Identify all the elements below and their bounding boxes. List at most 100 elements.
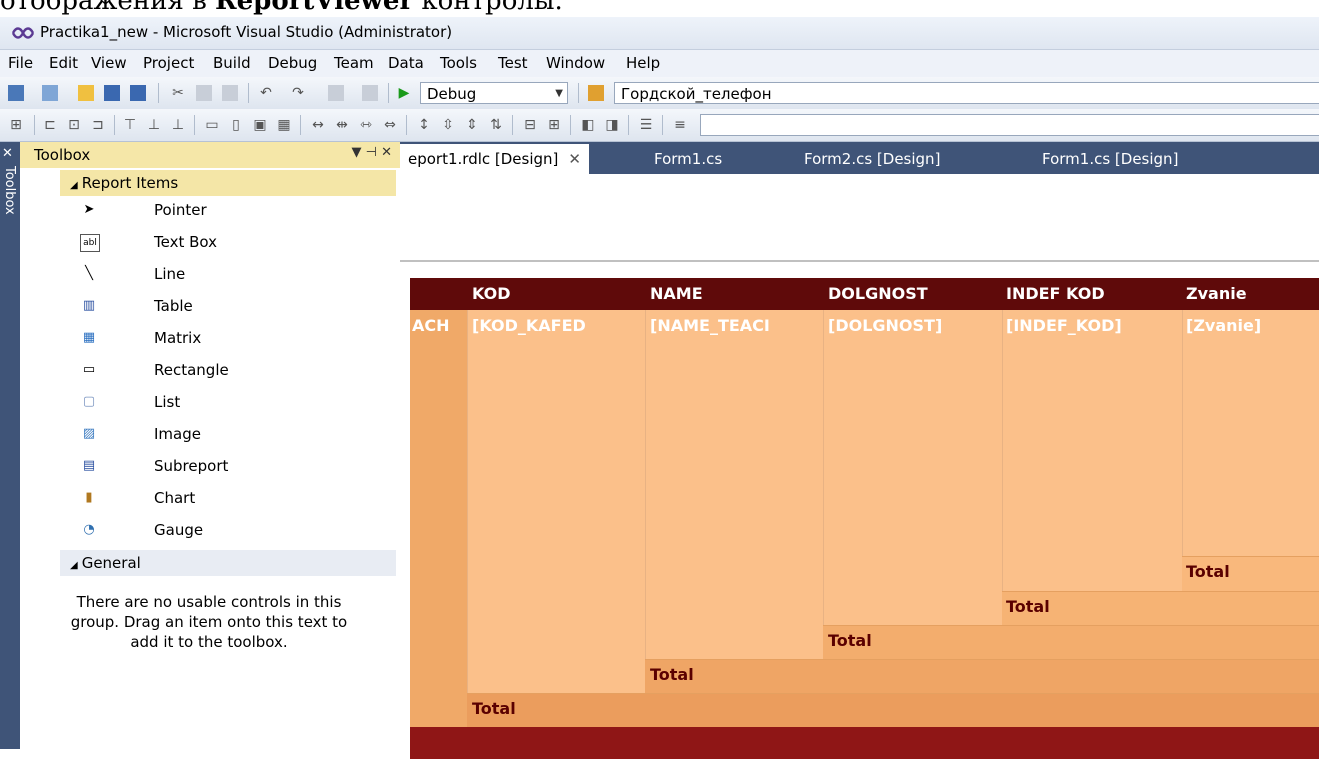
header-indef-kod[interactable]: INDEF KOD [1006, 284, 1105, 303]
total-name[interactable]: Total [650, 665, 694, 684]
align-tops-icon[interactable]: ⊤ [122, 117, 138, 133]
toolbar-separator [628, 115, 629, 135]
remove-vertical-spacing-icon[interactable]: ⇅ [488, 117, 504, 133]
field-kod-kafed[interactable]: [KOD_KAFED [472, 316, 644, 335]
solution-configuration-combo[interactable]: Debug ▼ [420, 82, 568, 104]
toolbox-item-rectangle[interactable]: ▭ Rectangle [80, 356, 400, 386]
menu-data[interactable]: Data [388, 54, 424, 72]
center-horizontally-icon[interactable]: ⊟ [522, 117, 538, 133]
align-lefts-icon[interactable]: ⊏ [42, 117, 58, 133]
align-to-grid-icon[interactable]: ⊞ [8, 117, 24, 133]
center-vertically-icon[interactable]: ⊞ [546, 117, 562, 133]
bring-to-front-icon[interactable]: ◧ [580, 117, 596, 133]
decrease-vertical-spacing-icon[interactable]: ⇕ [464, 117, 480, 133]
remove-horizontal-spacing-icon[interactable]: ⇔ [382, 117, 398, 133]
total-dolgnost[interactable]: Total [828, 631, 872, 650]
layout-combo[interactable] [700, 114, 1319, 136]
start-debugging-icon[interactable]: ▶ [396, 85, 412, 101]
tab-order-icon[interactable]: ☰ [638, 117, 654, 133]
increase-horizontal-spacing-icon[interactable]: ⇹ [334, 117, 350, 133]
align-rights-icon[interactable]: ⊐ [90, 117, 106, 133]
field-zvanie[interactable]: [Zvanie] [1186, 316, 1261, 335]
toolbox-autohide-tab[interactable]: ✕ Toolbox [0, 142, 20, 749]
decrease-horizontal-spacing-icon[interactable]: ⇿ [358, 117, 374, 133]
paste-icon[interactable] [222, 85, 238, 101]
redo-icon[interactable]: ↷ [290, 85, 306, 101]
align-centers-icon[interactable]: ⊡ [66, 117, 82, 133]
menu-build[interactable]: Build [213, 54, 251, 72]
toolbar-overflow-icon[interactable]: ≡ [672, 117, 688, 133]
save-icon[interactable] [104, 85, 120, 101]
toolbox-item-table[interactable]: ▥ Table [80, 292, 400, 322]
field-indef-kod[interactable]: [INDEF_KOD] [1006, 316, 1180, 335]
menu-help[interactable]: Help [626, 54, 660, 72]
total-kod[interactable]: Total [472, 699, 516, 718]
copy-icon[interactable] [196, 85, 212, 101]
tab-form1-design[interactable]: Form1.cs [Design] [1034, 144, 1186, 174]
find-combo[interactable]: Гордской_телефон [614, 82, 1319, 104]
toolbox-item-subreport[interactable]: ▤ Subreport [80, 452, 400, 482]
increase-vertical-spacing-icon[interactable]: ⇳ [440, 117, 456, 133]
group-general[interactable]: ◢ General [60, 550, 396, 576]
menu-view[interactable]: View [91, 54, 127, 72]
header-zvanie[interactable]: Zvanie [1186, 284, 1247, 303]
navigate-forward-icon[interactable] [362, 85, 378, 101]
horizontal-spacing-icon[interactable]: ↔ [310, 117, 326, 133]
toolbar-separator [662, 115, 663, 135]
pointer-icon: ➤ [83, 202, 95, 217]
left-group-cell[interactable]: ACH [412, 316, 450, 335]
new-project-icon[interactable] [8, 85, 24, 101]
make-same-size-icon[interactable]: ▣ [252, 117, 268, 133]
toolbox-item-list[interactable]: ▢ List [80, 388, 400, 418]
toolbox-item-gauge[interactable]: ◔ Gauge [80, 516, 400, 546]
toolbar-separator [158, 83, 159, 103]
close-icon[interactable]: ✕ [568, 150, 581, 168]
toolbox-item-chart[interactable]: ▮ Chart [80, 484, 400, 514]
toolbar-separator [300, 115, 301, 135]
field-name-teach[interactable]: [NAME_TEACI [650, 316, 822, 335]
toolbox-item-matrix[interactable]: ▦ Matrix [80, 324, 400, 354]
toolbar-separator [34, 115, 35, 135]
menu-tools[interactable]: Tools [440, 54, 477, 72]
toolbox-item-text-box[interactable]: abl Text Box [80, 228, 400, 258]
menu-file[interactable]: File [8, 54, 33, 72]
header-kod[interactable]: KOD [472, 284, 511, 303]
toolbox-item-image[interactable]: ▨ Image [80, 420, 400, 450]
header-name[interactable]: NAME [650, 284, 703, 303]
align-bottoms-icon[interactable]: ⊥ [170, 117, 186, 133]
menu-team[interactable]: Team [334, 54, 374, 72]
pin-icon[interactable]: ⊣ [366, 145, 377, 160]
align-middles-icon[interactable]: ⊥ [146, 117, 162, 133]
tab-form1-cs[interactable]: Form1.cs [646, 144, 730, 174]
group-report-items[interactable]: ◢ Report Items [60, 170, 396, 196]
undo-icon[interactable]: ↶ [258, 85, 274, 101]
editor-area: eport1.rdlc [Design] ✕ Form1.cs Form2.cs … [400, 142, 1319, 759]
report-matrix[interactable]: KOD NAME DOLGNOST INDEF KOD Zvanie ACH [… [410, 278, 1319, 759]
total-indef-kod[interactable]: Total [1006, 597, 1050, 616]
field-dolgnost[interactable]: [DOLGNOST] [828, 316, 1000, 335]
cut-icon[interactable]: ✂ [170, 85, 186, 101]
toolbox-item-line[interactable]: ╲ Line [80, 260, 400, 290]
tab-report1-design[interactable]: eport1.rdlc [Design] ✕ [400, 144, 589, 174]
size-to-grid-icon[interactable]: ▦ [276, 117, 292, 133]
navigate-backward-icon[interactable] [328, 85, 344, 101]
menu-test[interactable]: Test [498, 54, 528, 72]
header-dolgnost[interactable]: DOLGNOST [828, 284, 928, 303]
make-same-width-icon[interactable]: ▭ [204, 117, 220, 133]
menu-project[interactable]: Project [143, 54, 194, 72]
add-item-icon[interactable] [42, 85, 58, 101]
menu-debug[interactable]: Debug [268, 54, 317, 72]
open-file-icon[interactable] [78, 85, 94, 101]
tab-form2-design[interactable]: Form2.cs [Design] [796, 144, 948, 174]
vertical-spacing-icon[interactable]: ↕ [416, 117, 432, 133]
menu-window[interactable]: Window [546, 54, 605, 72]
make-same-height-icon[interactable]: ▯ [228, 117, 244, 133]
save-all-icon[interactable] [130, 85, 146, 101]
send-to-back-icon[interactable]: ◨ [604, 117, 620, 133]
dropdown-icon[interactable]: ▼ [351, 145, 361, 160]
toolbox-item-pointer[interactable]: ➤ Pointer [80, 196, 400, 226]
total-zvanie[interactable]: Total [1186, 562, 1230, 581]
close-icon[interactable]: ✕ [381, 145, 392, 160]
menu-edit[interactable]: Edit [49, 54, 78, 72]
find-in-files-icon[interactable] [588, 85, 604, 101]
